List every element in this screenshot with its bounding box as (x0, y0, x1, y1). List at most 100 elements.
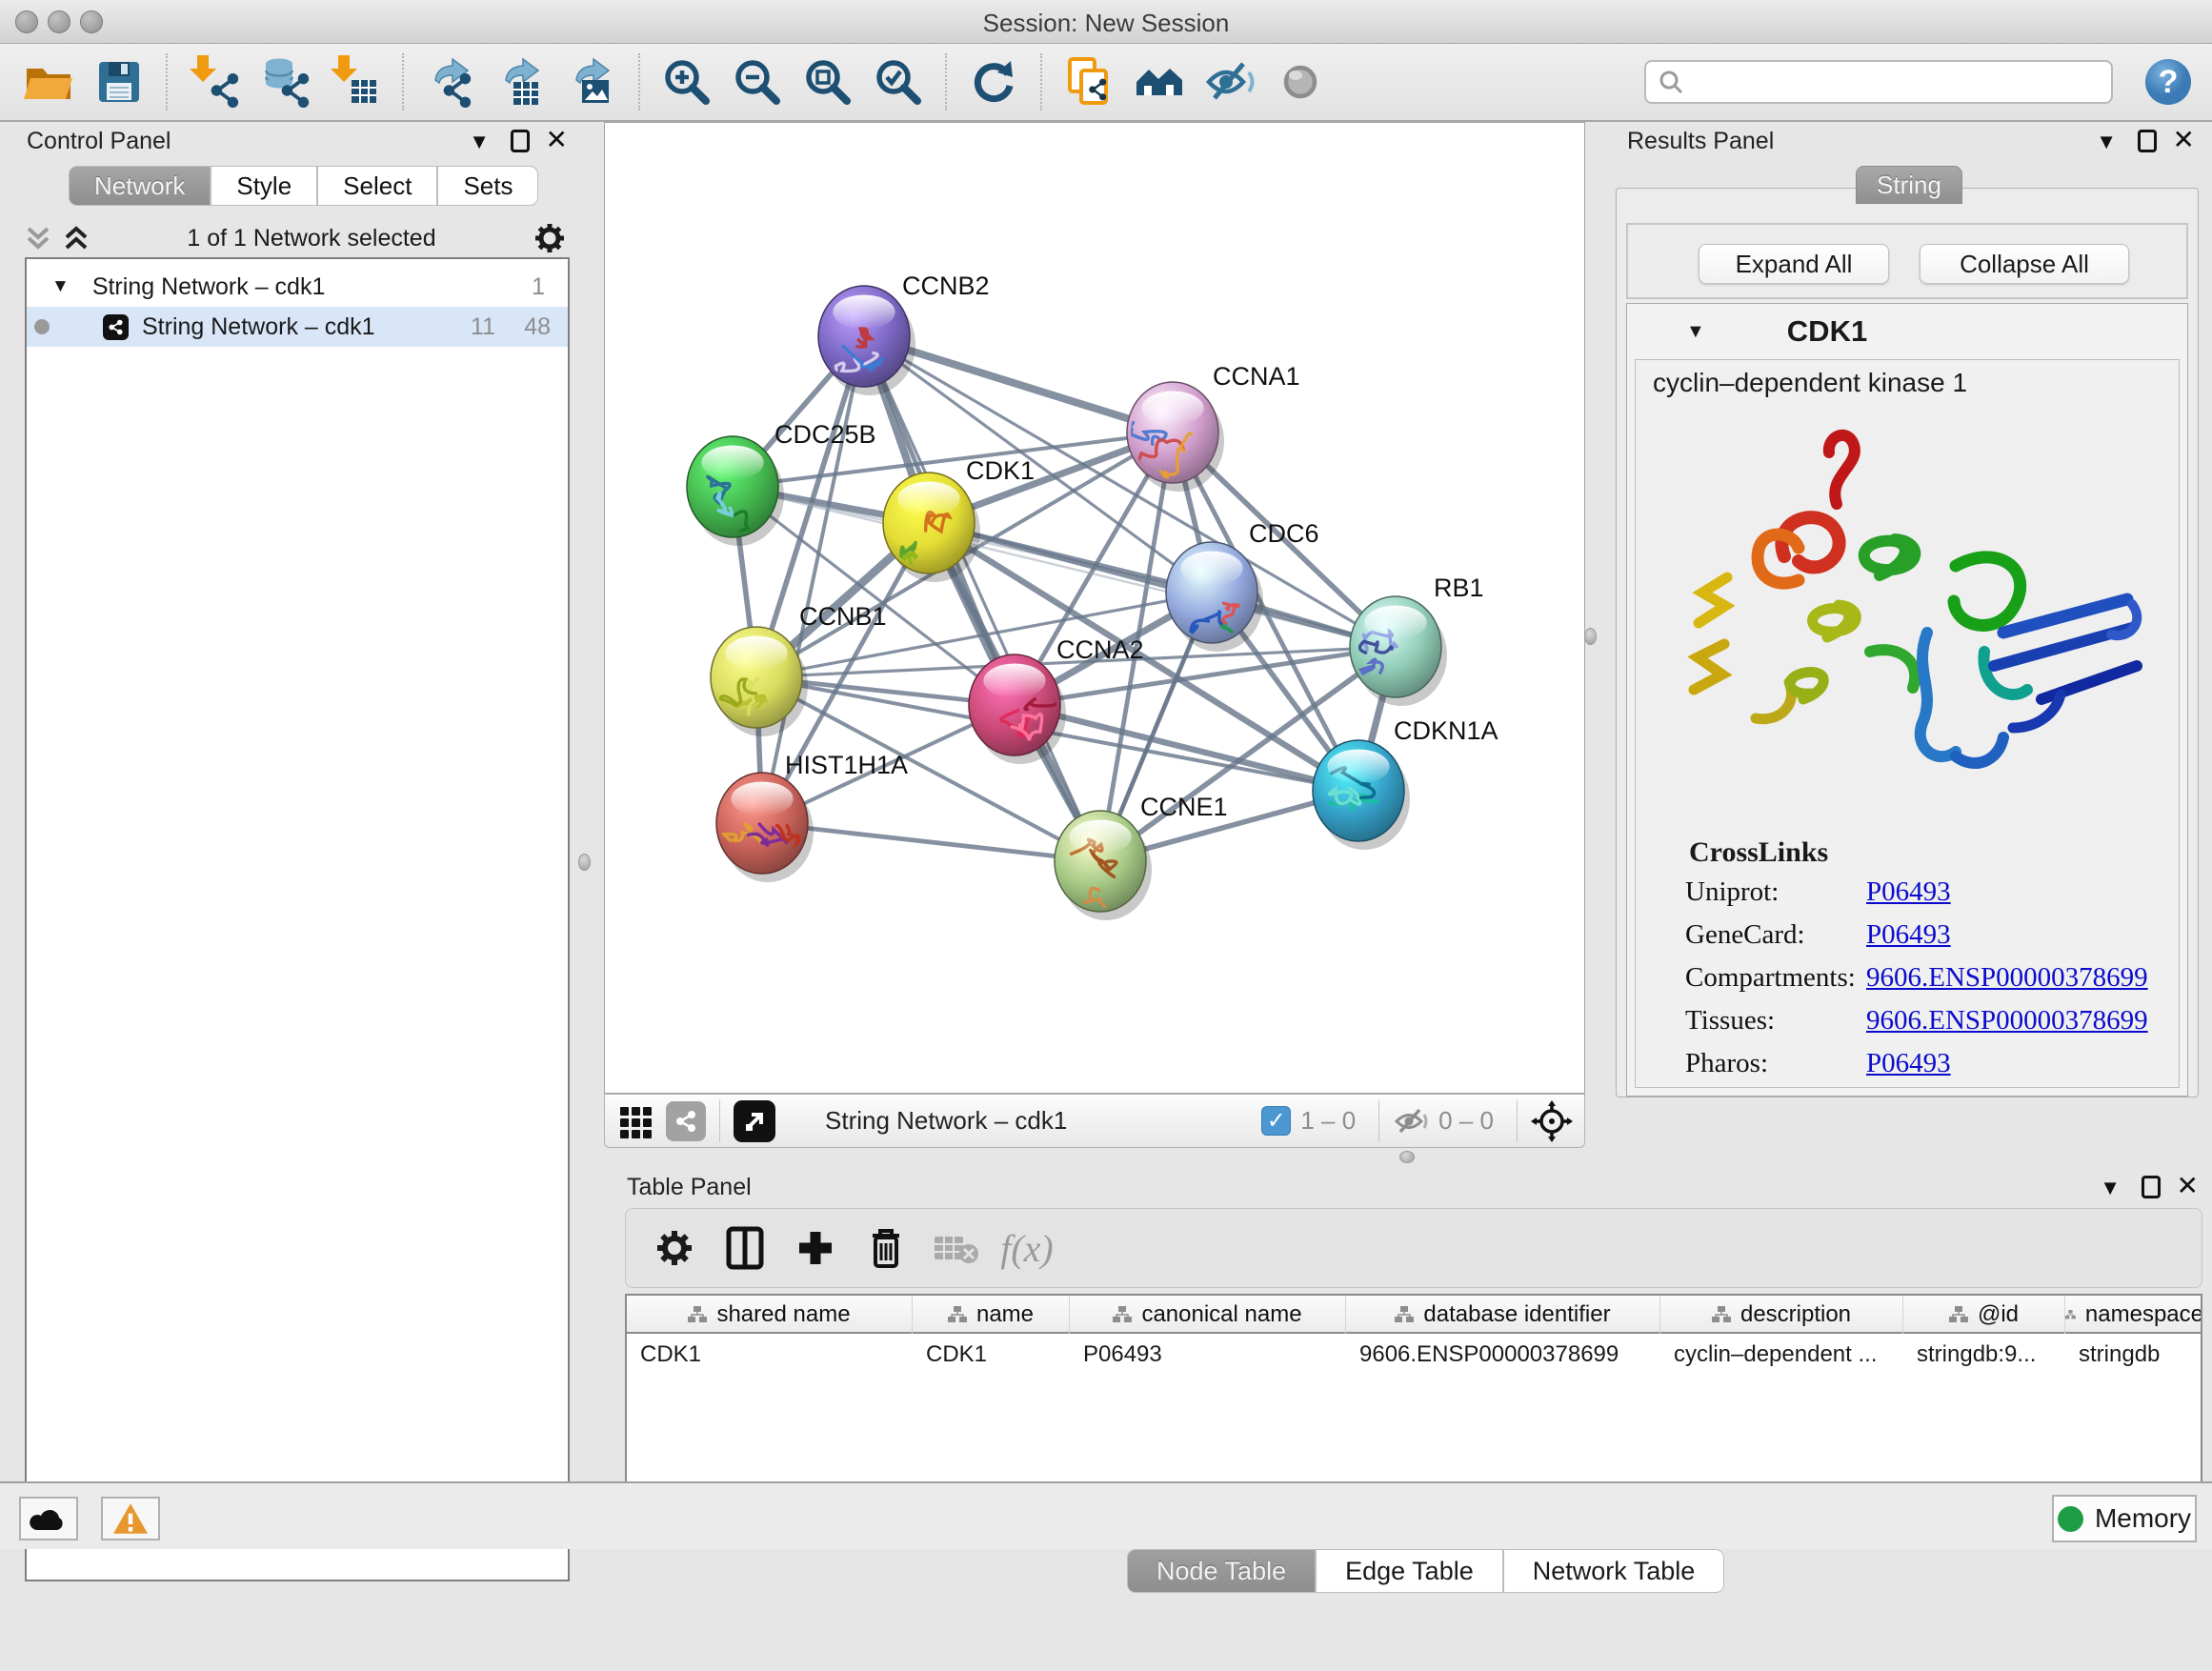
network-node-CCNB1[interactable]: CCNB1 (711, 602, 887, 736)
cloud-status-button[interactable] (19, 1497, 78, 1540)
collection-expand-icon[interactable]: ▼ (51, 276, 70, 297)
network-node-RB1[interactable]: RB1 (1350, 574, 1484, 706)
refresh-icon[interactable] (964, 52, 1023, 111)
crosslink-link[interactable]: P06493 (1866, 919, 1951, 951)
import-network-database-icon[interactable] (255, 52, 314, 111)
column-header-shared-name[interactable]: shared name (627, 1296, 913, 1334)
hide-labels-icon[interactable] (1200, 52, 1259, 111)
add-column-icon[interactable] (788, 1220, 843, 1276)
table-panel-float-icon[interactable] (2142, 1176, 2161, 1198)
control-panel-float-icon[interactable] (511, 130, 530, 152)
column-header-database-identifier[interactable]: database identifier (1346, 1296, 1660, 1334)
right-splitter-handle[interactable] (1584, 628, 1597, 645)
control-panel-menu-icon[interactable]: ▼ (469, 130, 490, 154)
table-cell[interactable]: stringdb:9... (1903, 1336, 2065, 1374)
crosslink-link[interactable]: P06493 (1866, 876, 1951, 908)
network-edge-CDK1-RB1[interactable] (929, 523, 1396, 647)
tab-edge-table[interactable]: Edge Table (1316, 1549, 1503, 1593)
clone-network-icon[interactable] (1059, 52, 1118, 111)
column-header-namespace[interactable]: namespace (2065, 1296, 2202, 1334)
crosslink-link[interactable]: 9606.ENSP00000378699 (1866, 1005, 2148, 1037)
column-header-name[interactable]: name (913, 1296, 1070, 1334)
import-network-file-icon[interactable] (185, 52, 244, 111)
left-splitter-handle[interactable] (578, 854, 591, 871)
column-header--id[interactable]: @id (1903, 1296, 2065, 1334)
table-cell[interactable]: P06493 (1070, 1336, 1346, 1374)
gear-icon[interactable] (647, 1220, 702, 1276)
network-node-CCNE1[interactable]: CCNE1 (1055, 793, 1228, 920)
help-button[interactable]: ? (2143, 52, 2193, 111)
table-cell[interactable]: CDK1 (913, 1336, 1070, 1374)
network-row-selected[interactable]: String Network – cdk1 11 48 (27, 307, 568, 347)
network-node-CCNB2[interactable]: CCNB2 (818, 272, 990, 395)
open-in-new-window-icon[interactable] (734, 1100, 775, 1142)
import-table-icon[interactable] (326, 52, 385, 111)
zoom-selected-icon[interactable] (869, 52, 928, 111)
network-footer-title: String Network – cdk1 (825, 1106, 1067, 1136)
tab-style[interactable]: Style (211, 166, 317, 206)
split-columns-icon[interactable] (717, 1220, 773, 1276)
results-panel-float-icon[interactable] (2138, 130, 2157, 152)
expand-all-tree-icon[interactable] (61, 224, 91, 252)
column-header-canonical-name[interactable]: canonical name (1070, 1296, 1346, 1334)
network-node-CDKN1A[interactable]: CDKN1A (1313, 716, 1498, 850)
tab-network[interactable]: Network (69, 166, 211, 206)
crosslinks-list: Uniprot:P06493GeneCard:P06493Compartment… (1636, 876, 2181, 1091)
network-node-CCNA1[interactable]: CCNA1 (1127, 362, 1300, 492)
network-node-CDC25B[interactable]: CDC25B (687, 420, 876, 546)
table-panel-menu-icon[interactable]: ▼ (2100, 1176, 2121, 1200)
table-tabs: Node Table Edge Table Network Table (1127, 1549, 1724, 1593)
results-panel-menu-icon[interactable]: ▼ (2096, 130, 2117, 154)
column-header-description[interactable]: description (1660, 1296, 1903, 1334)
results-panel-close-icon[interactable]: ✕ (2173, 124, 2195, 155)
network-footer-bar: String Network – cdk1 ✓ 1 – 0 0 – 0 (604, 1094, 1585, 1148)
node-label-CCNA1: CCNA1 (1213, 362, 1300, 391)
zoom-fit-icon[interactable] (798, 52, 857, 111)
network-node-CDC6[interactable]: CDC6 (1166, 519, 1319, 654)
tab-string[interactable]: String (1856, 166, 1962, 204)
network-node-HIST1H1A[interactable]: HIST1H1A (716, 751, 908, 882)
collapse-all-button[interactable]: Collapse All (1920, 244, 2129, 284)
network-canvas[interactable]: CCNB2CCNA1CDC25BCDK1CDC6RB1CCNB1CCNA2CDK… (604, 122, 1585, 1094)
warnings-button[interactable] (101, 1497, 160, 1540)
open-session-icon[interactable] (19, 52, 78, 111)
table-panel-close-icon[interactable]: ✕ (2177, 1170, 2199, 1201)
collapse-all-tree-icon[interactable] (23, 224, 53, 252)
crosslink-label: Pharos: (1685, 1048, 1768, 1079)
tab-select[interactable]: Select (317, 166, 437, 206)
share-view-icon[interactable] (666, 1101, 706, 1141)
delete-icon[interactable] (858, 1220, 914, 1276)
search-input[interactable] (1694, 68, 2094, 96)
save-session-icon[interactable] (90, 52, 149, 111)
expand-all-button[interactable]: Expand All (1699, 244, 1889, 284)
export-network-icon[interactable] (421, 52, 480, 111)
network-collection-row[interactable]: ▼ String Network – cdk1 1 (27, 267, 568, 307)
crosslink-link[interactable]: P06493 (1866, 1048, 1951, 1079)
tab-network-table[interactable]: Network Table (1503, 1549, 1725, 1593)
search-box[interactable] (1644, 60, 2113, 104)
table-cell[interactable]: 9606.ENSP00000378699 (1346, 1336, 1660, 1374)
table-cell[interactable]: CDK1 (627, 1336, 913, 1374)
entry-collapse-icon[interactable]: ▼ (1686, 321, 1705, 343)
bottom-splitter-handle[interactable] (1399, 1151, 1415, 1163)
zoom-in-icon[interactable] (657, 52, 716, 111)
table-cell[interactable]: cyclin–dependent ... (1660, 1336, 1903, 1374)
memory-button[interactable]: Memory (2052, 1495, 2197, 1542)
zoom-out-icon[interactable] (728, 52, 787, 111)
network-node-count: 11 (471, 313, 495, 341)
tab-sets[interactable]: Sets (437, 166, 538, 206)
birds-eye-navigator-icon[interactable] (1531, 1100, 1573, 1142)
network-edge-CCNB2-CCNE1[interactable] (864, 336, 1100, 861)
network-node-CDK1[interactable]: CDK1 (872, 456, 1035, 582)
home-panels-icon[interactable] (1130, 52, 1189, 111)
tab-node-table[interactable]: Node Table (1127, 1549, 1316, 1593)
export-table-icon[interactable] (492, 52, 551, 111)
inactive-eye-icon[interactable] (1271, 52, 1330, 111)
export-image-icon[interactable] (562, 52, 621, 111)
grid-view-icon[interactable] (616, 1101, 656, 1141)
selected-checkbox-icon[interactable]: ✓ (1261, 1106, 1291, 1136)
control-panel-close-icon[interactable]: ✕ (546, 124, 568, 155)
network-options-gear-icon[interactable] (532, 220, 568, 256)
crosslink-link[interactable]: 9606.ENSP00000378699 (1866, 962, 2148, 994)
table-cell[interactable]: stringdb (2065, 1336, 2202, 1374)
